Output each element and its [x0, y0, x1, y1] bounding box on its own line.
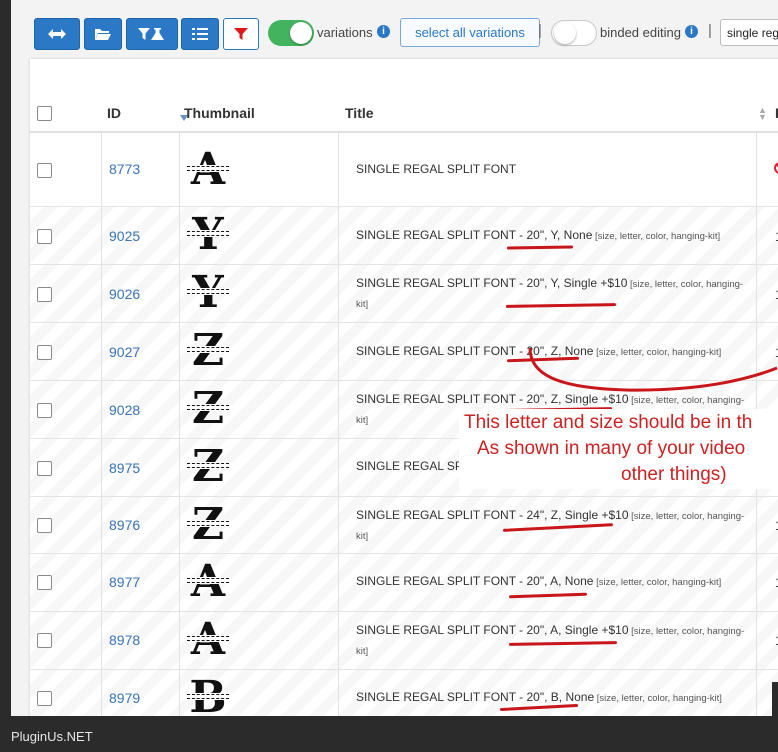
- table-header: ID Thumbnail Title ▲▼ Re: [30, 85, 778, 133]
- row-title[interactable]: SINGLE REGAL SPLIT FONT - 20", A, Single…: [356, 621, 751, 661]
- row-id-link[interactable]: 8978: [109, 632, 140, 648]
- row-checkbox[interactable]: [37, 461, 52, 476]
- no-price-icon: [774, 162, 778, 174]
- filter-flask-icon: [137, 27, 167, 41]
- table-row[interactable]: 8773 A SINGLE REGAL SPLIT FONT: [30, 133, 778, 207]
- sort-both-icon[interactable]: ▲ ▼: [758, 106, 767, 122]
- product-thumbnail[interactable]: A: [183, 616, 233, 664]
- variations-info-icon[interactable]: i: [377, 25, 390, 38]
- row-checkbox[interactable]: [37, 229, 52, 244]
- table-row[interactable]: 8978 A SINGLE REGAL SPLIT FONT - 20", A,…: [30, 612, 778, 670]
- table-row[interactable]: 8979 B SINGLE REGAL SPLIT FONT - 20", B,…: [30, 670, 778, 716]
- annotation-note: This letter and size should be in th As …: [459, 409, 778, 489]
- row-id-link[interactable]: 9028: [109, 402, 140, 418]
- product-thumbnail[interactable]: Z: [183, 443, 233, 491]
- separator: |: [538, 22, 542, 39]
- row-checkbox[interactable]: [37, 163, 52, 178]
- toolbar: variations i select all variations | bin…: [11, 0, 778, 60]
- row-checkbox[interactable]: [37, 403, 52, 418]
- expand-horizontal-icon: [47, 28, 67, 40]
- product-thumbnail[interactable]: B: [183, 674, 233, 716]
- product-thumbnail[interactable]: Y: [183, 269, 233, 317]
- row-checkbox[interactable]: [37, 345, 52, 360]
- filter-icon: [234, 27, 248, 41]
- toggle-knob: [554, 22, 576, 44]
- toggle-knob: [290, 22, 312, 44]
- row-id-link[interactable]: 8976: [109, 517, 140, 533]
- product-thumbnail[interactable]: A: [183, 558, 233, 606]
- search-input[interactable]: single reg: [720, 19, 778, 46]
- filter-button[interactable]: [223, 18, 259, 50]
- row-title[interactable]: SINGLE REGAL SPLIT FONT - 20", Y, None […: [356, 226, 756, 246]
- expand-button[interactable]: [34, 18, 80, 50]
- list-icon: [192, 27, 208, 41]
- row-id-link[interactable]: 9027: [109, 344, 140, 360]
- product-thumbnail[interactable]: Y: [183, 211, 233, 259]
- open-folder-button[interactable]: [84, 18, 122, 50]
- app-area: variations i select all variations | bin…: [11, 0, 778, 716]
- footer-bar: PluginUs.NET: [0, 716, 778, 752]
- row-checkbox[interactable]: [37, 575, 52, 590]
- row-title[interactable]: SINGLE REGAL SPLIT FONT: [356, 160, 756, 179]
- annotation-arrow: [528, 347, 778, 392]
- separator: |: [708, 22, 712, 39]
- folder-open-icon: [94, 27, 112, 41]
- row-id-link[interactable]: 8975: [109, 460, 140, 476]
- row-checkbox[interactable]: [37, 518, 52, 533]
- select-all-variations-button[interactable]: select all variations: [400, 18, 540, 47]
- variations-toggle[interactable]: [268, 20, 314, 46]
- filter-flask-button[interactable]: [126, 18, 178, 50]
- row-checkbox[interactable]: [37, 287, 52, 302]
- binded-editing-toggle[interactable]: [551, 20, 597, 46]
- product-thumbnail[interactable]: Z: [183, 385, 233, 433]
- row-id-link[interactable]: 9026: [109, 286, 140, 302]
- row-checkbox[interactable]: [37, 691, 52, 706]
- table-row[interactable]: 8977 A SINGLE REGAL SPLIT FONT - 20", A,…: [30, 554, 778, 612]
- column-title[interactable]: Title: [345, 105, 374, 121]
- product-thumbnail[interactable]: Z: [183, 327, 233, 375]
- select-all-checkbox[interactable]: [37, 106, 52, 121]
- table-row[interactable]: 9025 Y SINGLE REGAL SPLIT FONT - 20", Y,…: [30, 207, 778, 265]
- row-id-link[interactable]: 8979: [109, 690, 140, 706]
- footer-brand: PluginUs.NET: [11, 729, 93, 744]
- binded-info-icon[interactable]: i: [685, 25, 698, 38]
- product-thumbnail[interactable]: Z: [183, 501, 233, 549]
- variations-label: variations: [317, 25, 373, 40]
- table-row[interactable]: 9026 Y SINGLE REGAL SPLIT FONT - 20", Y,…: [30, 265, 778, 323]
- list-button[interactable]: [181, 18, 219, 50]
- binded-editing-label: binded editing: [600, 25, 681, 40]
- left-dark-edge: [0, 0, 11, 716]
- table-row[interactable]: 8976 Z SINGLE REGAL SPLIT FONT - 24", Z,…: [30, 497, 778, 554]
- column-id[interactable]: ID: [107, 105, 121, 121]
- column-thumbnail: Thumbnail: [184, 105, 255, 121]
- row-title[interactable]: SINGLE REGAL SPLIT FONT - 20", A, None […: [356, 572, 756, 592]
- row-title[interactable]: SINGLE REGAL SPLIT FONT - 20", Y, Single…: [356, 274, 751, 314]
- row-id-link[interactable]: 8773: [109, 161, 140, 177]
- row-id-link[interactable]: 9025: [109, 228, 140, 244]
- row-checkbox[interactable]: [37, 633, 52, 648]
- right-dark-edge: [772, 682, 778, 716]
- product-thumbnail[interactable]: A: [183, 146, 233, 194]
- row-id-link[interactable]: 8977: [109, 574, 140, 590]
